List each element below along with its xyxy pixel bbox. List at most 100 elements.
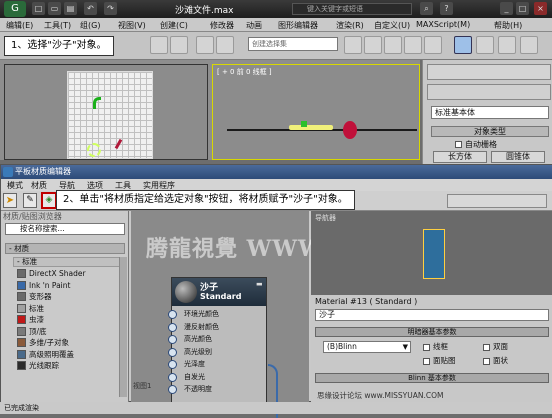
face-map-checkbox[interactable]: 面贴图 <box>423 355 456 366</box>
shader-basic-rollout[interactable]: 明暗器基本参数 <box>315 327 549 337</box>
node-slot[interactable]: 环境光颜色 <box>168 308 266 320</box>
browser-title: 材质/贴图浏览器 <box>3 212 62 221</box>
material-list-item[interactable]: 虫漆 <box>13 314 129 325</box>
render-frame-icon[interactable] <box>498 36 516 54</box>
blinn-basic-rollout[interactable]: Blinn 基本参数 <box>315 373 549 383</box>
mated-menu-item-0[interactable]: 模式 <box>7 180 23 191</box>
material-list-item[interactable]: DirectX Shader <box>13 268 129 279</box>
node-header[interactable]: 沙子 Standard ▬ <box>172 278 266 306</box>
auto-grid-checkbox[interactable]: 自动栅格 <box>455 139 497 150</box>
help-icon[interactable]: ? <box>440 2 453 15</box>
viewport-left[interactable] <box>4 64 208 160</box>
browser-scrollbar[interactable] <box>119 257 127 397</box>
new-icon[interactable]: □ <box>32 2 45 15</box>
faceted-checkbox[interactable]: 面状 <box>483 355 508 366</box>
box-button[interactable]: 长方体 <box>433 151 487 163</box>
render-icon[interactable] <box>520 36 538 54</box>
menu-item-1[interactable]: 工具(T) <box>44 20 71 31</box>
selection-set-dropdown[interactable]: 创建选择集 <box>248 37 338 51</box>
shader-dropdown[interactable]: (B)Blinn ▼ <box>323 341 411 353</box>
dropdown-arrow-icon: ▼ <box>402 343 408 351</box>
node-slot[interactable]: 不透明度 <box>168 383 266 395</box>
maximize-button[interactable]: □ <box>516 2 529 15</box>
material-list-label: 顶/底 <box>29 326 47 336</box>
layer-manager-icon[interactable] <box>404 36 422 54</box>
material-list-item[interactable]: Ink 'n Paint <box>13 280 129 291</box>
node-slot[interactable]: 高光级别 <box>168 346 266 358</box>
menu-item-2[interactable]: 组(G) <box>80 20 100 31</box>
material-list-item[interactable]: 变形器 <box>13 291 129 302</box>
section-standard[interactable]: - 标准 <box>13 257 125 267</box>
material-list-item[interactable]: 标准 <box>13 303 129 314</box>
wire-checkbox[interactable]: 线框 <box>423 341 448 352</box>
redo-icon[interactable]: ↷ <box>104 2 117 15</box>
node-type: Standard <box>200 292 242 301</box>
named-selection-icon[interactable] <box>344 36 362 54</box>
material-list-item[interactable]: 光线跟踪 <box>13 360 129 371</box>
menu-item-3[interactable]: 视图(V) <box>118 20 146 31</box>
menu-item-7[interactable]: 图形编辑器 <box>278 20 318 31</box>
redo-icon[interactable] <box>170 36 188 54</box>
mated-menu-item-1[interactable]: 材质 <box>31 180 47 191</box>
app-logo-icon[interactable]: G <box>4 1 26 17</box>
open-icon[interactable]: ▭ <box>48 2 61 15</box>
view-tab[interactable]: 视图1 <box>133 381 151 391</box>
step2-callout: 2、单击"将材质指定给选定对象"按钮，将材质赋予"沙子"对象。 <box>56 190 355 210</box>
material-list-item[interactable]: 顶/底 <box>13 326 129 337</box>
search-input[interactable]: 键入关键字或短语 <box>292 3 412 15</box>
material-editor-icon[interactable] <box>454 36 472 54</box>
menu-item-5[interactable]: 修改器 <box>210 20 234 31</box>
menu-item-4[interactable]: 创建(C) <box>160 20 188 31</box>
material-swatch-icon <box>17 338 26 347</box>
menu-item-6[interactable]: 动画 <box>246 20 262 31</box>
node-slot[interactable]: 漫反射颜色 <box>168 321 266 333</box>
material-node[interactable]: 沙子 Standard ▬ 环境光颜色 漫反射颜色 高光颜色 高光级别 光泽度 自发光 不透… <box>168 277 278 418</box>
menu-item-10[interactable]: MAXScript(M) <box>416 20 470 29</box>
assign-material-button[interactable]: ◈ <box>41 192 57 209</box>
node-slot[interactable]: 光泽度 <box>168 358 266 370</box>
curve-editor-icon[interactable] <box>424 36 442 54</box>
render-setup-icon[interactable] <box>476 36 494 54</box>
material-list-item[interactable]: 多维/子对象 <box>13 337 129 348</box>
title-bar: G □ ▭ ▤ ↶ ↷ 沙滩文件.max 键入关键字或短语 ⌕ ? _ □ × <box>0 0 552 18</box>
material-editor-title: 平板材质编辑器 <box>1 165 552 179</box>
two-sided-label: 双面 <box>493 342 508 351</box>
mirror-icon[interactable] <box>364 36 382 54</box>
selection-circle <box>87 143 101 157</box>
binoculars-icon[interactable]: ⌕ <box>420 2 433 15</box>
menu-bar: 编辑(E) 工具(T) 组(G) 视图(V) 创建(C) 修改器 动画 图形编辑器 渲染(R) 自… <box>0 18 552 32</box>
viewport-front[interactable]: [ + 0 前 0 线框 ] <box>212 64 420 160</box>
snap-icon[interactable] <box>216 36 234 54</box>
swatch-preview[interactable] <box>423 229 445 279</box>
undo-icon[interactable] <box>150 36 168 54</box>
align-icon[interactable] <box>384 36 402 54</box>
browser-search-input[interactable]: 按名称搜索... <box>5 223 125 235</box>
material-list-item[interactable]: 高级照明覆盖 <box>13 349 129 360</box>
section-materials[interactable]: - 材质 <box>5 243 125 254</box>
menu-item-9[interactable]: 自定义(U) <box>374 20 410 31</box>
save-icon[interactable]: ▤ <box>64 2 77 15</box>
node-slot[interactable]: 自发光 <box>168 371 266 383</box>
param-header: Material #13 ( Standard ) <box>315 297 418 306</box>
object-type-rollout[interactable]: 对象类型 <box>431 126 549 137</box>
collapse-icon[interactable]: ▬ <box>256 280 263 288</box>
cone-button[interactable]: 圆锥体 <box>491 151 545 163</box>
green-marker <box>301 121 307 127</box>
menu-item-11[interactable]: 帮助(H) <box>494 20 522 31</box>
menu-item-0[interactable]: 编辑(E) <box>6 20 33 31</box>
material-name-field[interactable]: 沙子 <box>315 309 549 321</box>
window-title: 沙滩文件.max <box>175 6 234 16</box>
menu-item-8[interactable]: 渲染(R) <box>336 20 364 31</box>
wire-label: 线框 <box>433 342 448 351</box>
close-button[interactable]: × <box>534 2 547 15</box>
pick-material-icon[interactable]: ✎ <box>23 193 37 208</box>
two-sided-checkbox[interactable]: 双面 <box>483 341 508 352</box>
select-region-icon[interactable] <box>196 36 214 54</box>
material-swatch-icon <box>17 349 26 359</box>
primitive-dropdown[interactable]: 标准基本体 <box>431 106 549 119</box>
undo-icon[interactable]: ↶ <box>84 2 97 15</box>
minimize-button[interactable]: _ <box>500 2 513 15</box>
select-tool-icon[interactable]: ➤ <box>3 193 17 208</box>
node-slot[interactable]: 高光颜色 <box>168 333 266 345</box>
faceted-label: 面状 <box>493 356 508 365</box>
